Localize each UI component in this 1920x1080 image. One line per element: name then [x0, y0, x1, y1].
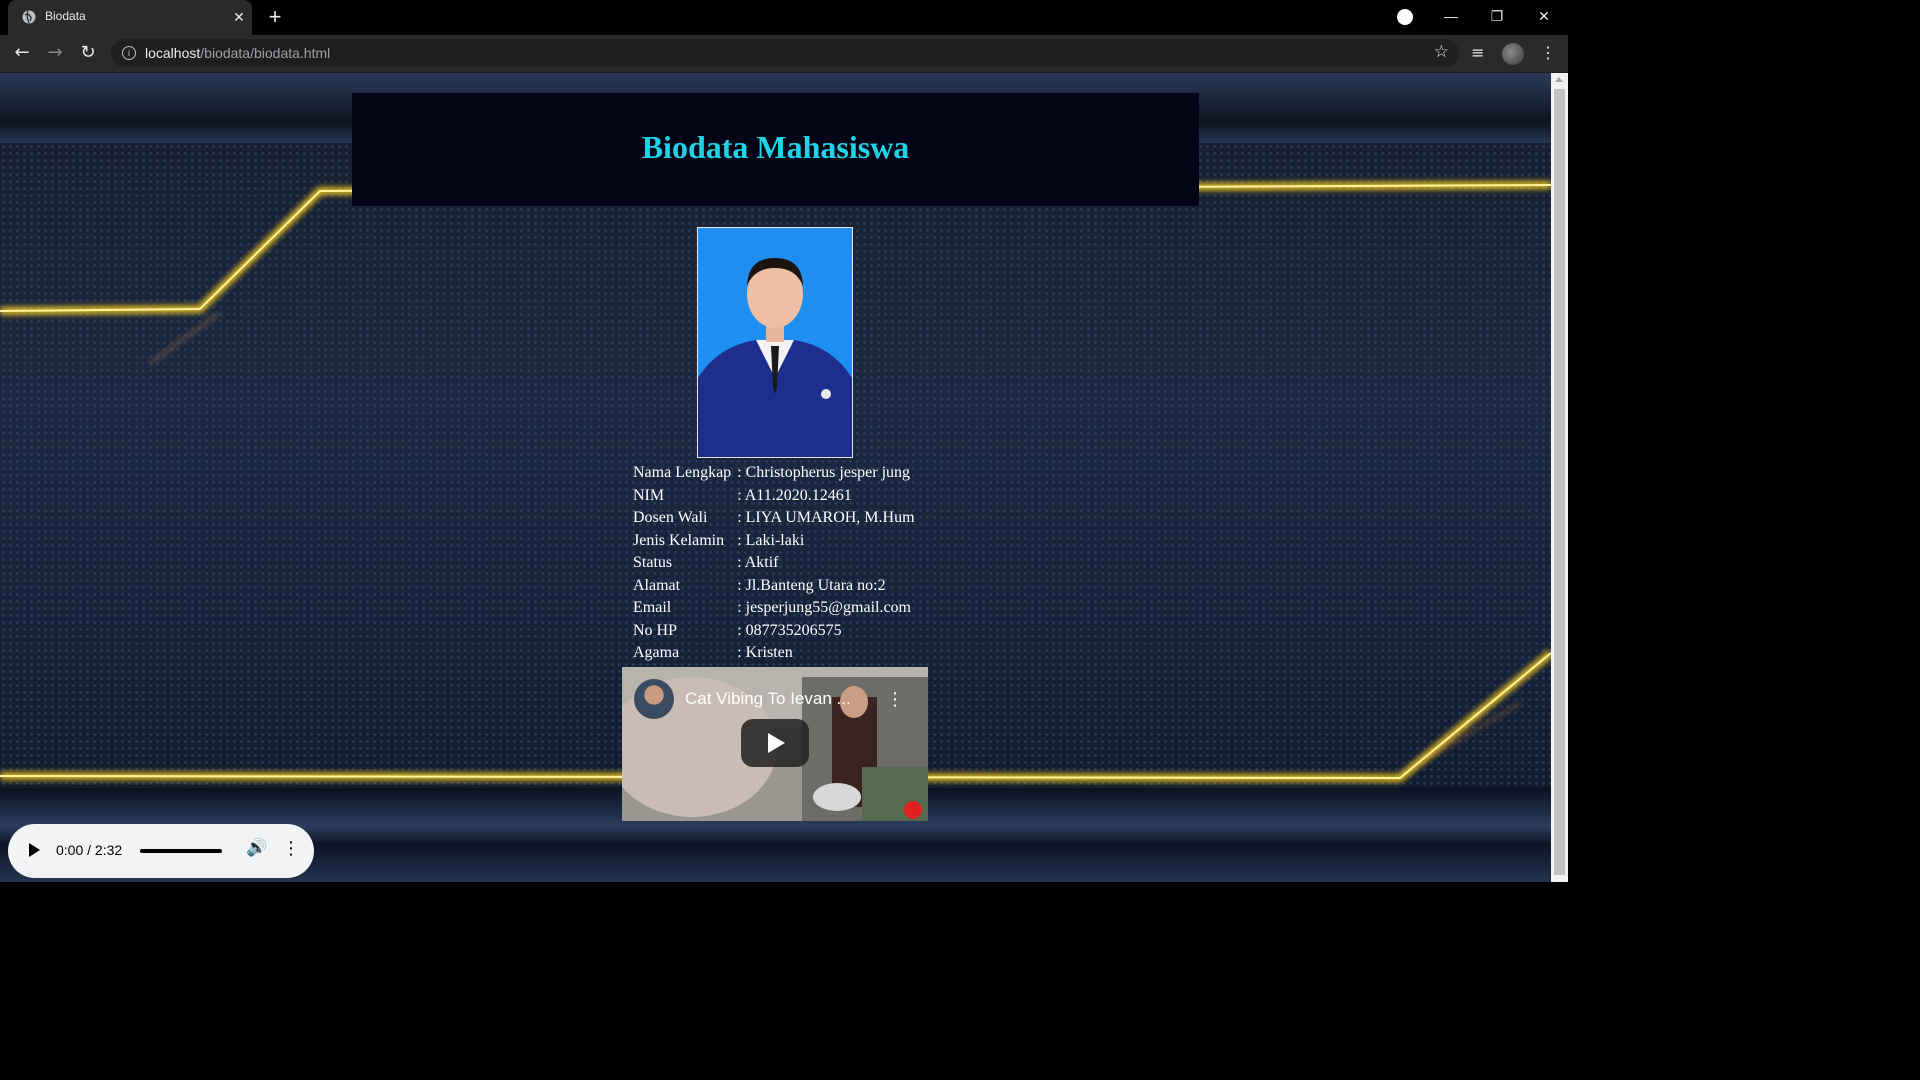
tab-title: Biodata	[45, 9, 86, 23]
biodata-row: Alamat : Jl.Banteng Utara no:2	[629, 575, 917, 598]
close-tab-icon[interactable]: ✕	[230, 8, 248, 26]
audio-menu-icon[interactable]: ⋮	[282, 838, 300, 859]
browser-menu-icon[interactable]: ⋮	[1540, 43, 1556, 62]
bookmark-star-icon[interactable]: ☆	[1434, 42, 1449, 62]
minimize-button[interactable]: —	[1439, 4, 1463, 28]
page-header: Biodata Mahasiswa	[352, 93, 1199, 206]
scrollbar-thumb[interactable]	[1554, 89, 1565, 875]
student-photo	[697, 227, 853, 458]
tab-biodata[interactable]: Biodata ✕	[8, 0, 252, 35]
audio-time: 0:00 / 2:32	[56, 842, 123, 858]
biodata-value: : Kristen	[737, 644, 793, 662]
biodata-value: : 087735206575	[737, 621, 842, 639]
biodata-value: : Jl.Banteng Utara no:2	[737, 576, 886, 594]
biodata-value: : jesperjung55@gmail.com	[737, 599, 911, 617]
biodata-label: Nama Lengkap	[633, 464, 732, 482]
biodata-row: Nama Lengkap : Christopherus jesper jung	[629, 462, 917, 485]
biodata-label: No HP	[633, 621, 678, 639]
youtube-logo-icon[interactable]	[904, 801, 922, 819]
page-scrollbar[interactable]	[1551, 73, 1568, 882]
channel-avatar[interactable]	[634, 679, 674, 719]
biodata-label: NIM	[633, 486, 665, 504]
url-host: localhost	[145, 45, 201, 61]
globe-icon	[22, 10, 36, 24]
tab-bar: Biodata ✕ + — ❐ ✕	[0, 0, 1568, 35]
reload-button[interactable]: ↻	[76, 41, 100, 65]
page-viewport: Biodata Mahasiswa Nama Lengkap : Christop…	[0, 73, 1551, 882]
info-icon[interactable]: i	[122, 46, 136, 60]
biodata-value: : Laki-laki	[737, 531, 805, 549]
youtube-embed[interactable]: Cat Vibing To Ievan ... ⋮	[622, 667, 928, 821]
url-path: /biodata/biodata.html	[200, 45, 331, 61]
close-window-button[interactable]: ✕	[1532, 4, 1556, 28]
biodata-table: Nama Lengkap: Christopherus jesper jung N…	[629, 462, 917, 665]
video-menu-icon[interactable]: ⋮	[886, 689, 904, 710]
browser-toolbar: ← → ↻ i localhost/biodata/biodata.html ☆…	[0, 35, 1568, 73]
biodata-value: : Aktif	[737, 554, 779, 572]
video-title[interactable]: Cat Vibing To Ievan ...	[685, 689, 851, 709]
new-tab-button[interactable]: +	[264, 6, 286, 28]
audio-progress-bar[interactable]	[140, 849, 222, 853]
back-button[interactable]: ←	[10, 41, 34, 65]
audio-play-icon[interactable]	[29, 843, 40, 857]
biodata-label: Jenis Kelamin	[633, 531, 725, 549]
play-icon	[768, 733, 785, 753]
student-photo-image	[698, 228, 852, 457]
extension-avatar-icon[interactable]	[1502, 43, 1524, 65]
biodata-label: Agama	[633, 644, 680, 662]
restore-button[interactable]: ❐	[1485, 4, 1509, 28]
biodata-value: : A11.2020.12461	[737, 486, 852, 504]
profile-icon[interactable]	[1397, 9, 1413, 25]
url-text: localhost/biodata/biodata.html	[145, 45, 330, 61]
biodata-label: Alamat	[633, 576, 681, 594]
forward-button[interactable]: →	[43, 41, 67, 65]
biodata-value: : Christopherus jesper jung	[737, 464, 911, 482]
page-title: Biodata Mahasiswa	[641, 129, 910, 165]
audio-player: 0:00 / 2:32 🔊 ⋮	[8, 824, 314, 878]
address-bar[interactable]: i localhost/biodata/biodata.html ☆	[111, 39, 1459, 67]
biodata-label: Dosen Wali	[633, 509, 708, 527]
scroll-up-arrow-icon[interactable]	[1555, 77, 1563, 82]
biodata-row: Jenis Kelamin : Laki-laki	[629, 530, 917, 553]
biodata-label: Status	[633, 554, 673, 572]
biodata-row: Dosen Wali : LIYA UMAROH, M.Hum	[629, 507, 917, 530]
media-control-icon[interactable]: ≡	[1471, 43, 1484, 62]
volume-icon[interactable]: 🔊	[246, 838, 267, 858]
biodata-value: : LIYA UMAROH, M.Hum	[737, 509, 915, 527]
video-play-button[interactable]	[741, 719, 809, 767]
biodata-row: Email : jesperjung55@gmail.com	[629, 597, 917, 620]
biodata-row: No HP : 087735206575	[629, 620, 917, 643]
biodata-row: NIM : A11.2020.12461	[629, 485, 917, 508]
biodata-row: Status : Aktif	[629, 552, 917, 575]
biodata-label: Email	[633, 599, 672, 617]
biodata-row: Agama : Kristen	[629, 642, 917, 665]
